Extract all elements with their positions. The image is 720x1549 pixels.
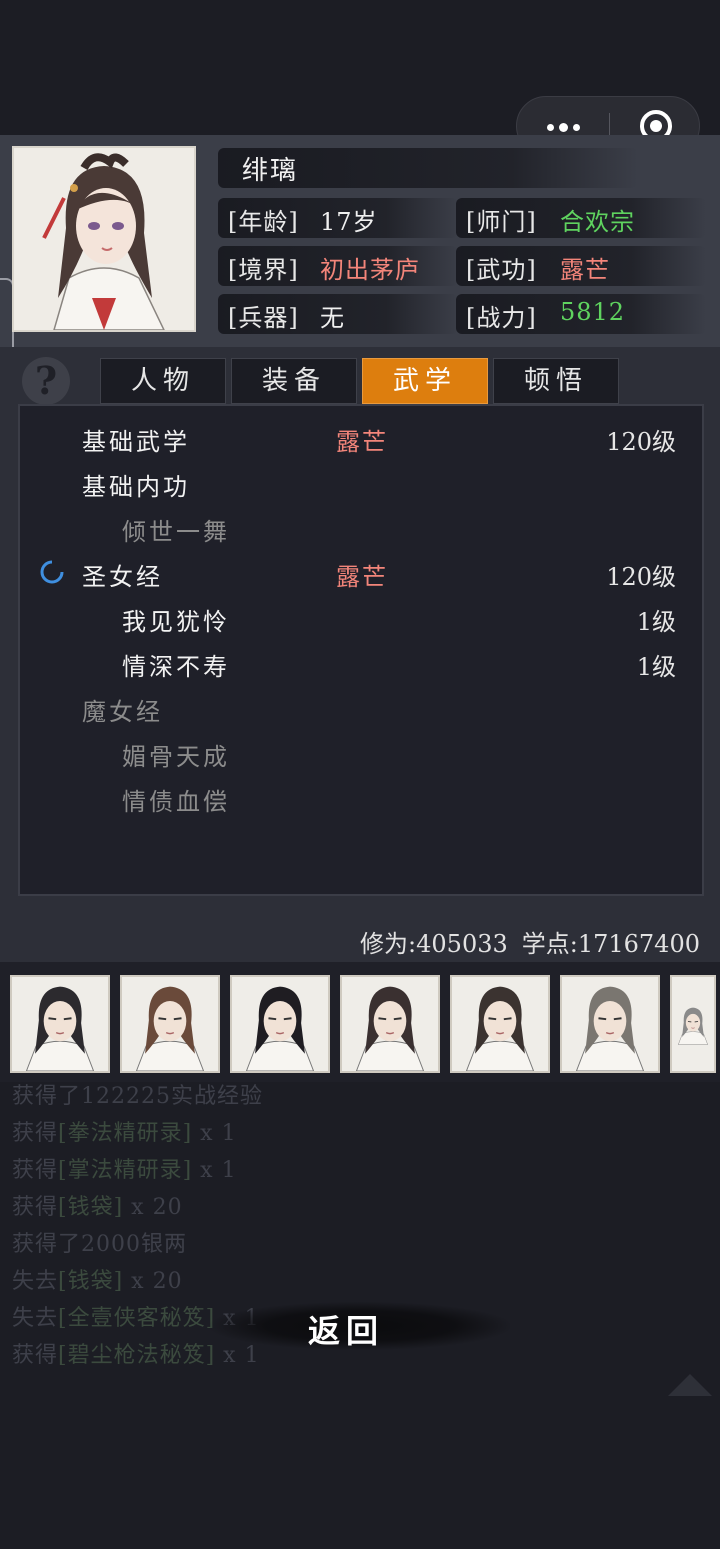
log-entry: 获得了2000银两 (12, 1226, 187, 1258)
character-portrait (12, 146, 196, 332)
log-entry: 获得[拳法精研录] x 1 (12, 1115, 237, 1147)
skill-name: 情深不寿 (122, 653, 230, 681)
member-portrait (342, 977, 438, 1071)
realm-label: [境界] (228, 256, 299, 284)
stats-line: 修为:405033 学点:17167400 (346, 924, 700, 959)
log-entry: 获得[掌法精研录] x 1 (12, 1152, 237, 1184)
team-member-card[interactable] (120, 975, 220, 1073)
learning-points-value: 学点:17167400 (521, 930, 700, 958)
log-entry: 获得了122225实战经验 (12, 1078, 263, 1110)
log-text: 获得 (12, 1121, 59, 1146)
log-item-name: [全壹侠客秘笈] (58, 1306, 216, 1331)
skill-name: 魔女经 (82, 698, 163, 726)
loading-spinner-icon (40, 560, 64, 584)
log-count: x 20 (123, 1195, 183, 1220)
skill-name: 情债血偿 (122, 788, 230, 816)
member-portrait (122, 977, 218, 1071)
log-count: x 20 (123, 1269, 183, 1294)
skill-name: 媚骨天成 (122, 743, 230, 771)
skill-name: 圣女经 (82, 563, 163, 591)
sect-label: [师门] (466, 208, 537, 236)
skill-level: 1级 (636, 653, 676, 681)
skill-row[interactable]: 基础武学 露芒 120级 (18, 418, 704, 458)
skill-row[interactable]: 基础内功 (18, 463, 704, 503)
tab-character[interactable]: 人物 (100, 358, 226, 404)
skill-name: 基础武学 (82, 428, 190, 456)
log-text: 失去 (12, 1269, 59, 1294)
scroll-up-icon[interactable] (668, 1374, 712, 1396)
power-value: 5812 (560, 298, 626, 326)
age-label: [年龄] (228, 208, 299, 236)
skill-name: 基础内功 (82, 473, 190, 501)
log-item-name: [钱袋] (58, 1269, 124, 1294)
team-member-card[interactable] (340, 975, 440, 1073)
character-name: 绯璃 (242, 156, 299, 186)
log-count: x 1 (192, 1158, 237, 1183)
log-text: 获得 (12, 1158, 59, 1183)
skill-row[interactable]: 我见犹怜 1级 (18, 598, 704, 638)
weapon-label: [兵器] (228, 304, 299, 332)
team-member-card[interactable] (560, 975, 660, 1073)
member-portrait (562, 977, 658, 1071)
skill-row[interactable]: 情债血偿 (18, 778, 704, 818)
skill-row[interactable]: 媚骨天成 (18, 733, 704, 773)
realm-value: 初出茅庐 (320, 256, 420, 284)
weapon-value: 无 (320, 304, 345, 332)
age-value: 17岁 (320, 208, 378, 236)
tab-martial-arts[interactable]: 武学 (362, 358, 488, 404)
skill-level: 1级 (636, 608, 676, 636)
member-portrait (452, 977, 548, 1071)
log-item-name: [碧尘枪法秘笈] (58, 1343, 216, 1368)
log-text: 获得了122225实战经验 (12, 1084, 263, 1109)
log-text: 获得 (12, 1343, 59, 1368)
team-member-card[interactable] (10, 975, 110, 1073)
log-entry: 失去[钱袋] x 20 (12, 1263, 183, 1295)
log-count: x 1 (192, 1121, 237, 1146)
tab-enlightenment[interactable]: 顿悟 (493, 358, 619, 404)
skill-row[interactable]: 魔女经 (18, 688, 704, 728)
power-label: [战力] (466, 304, 537, 332)
skill-level: 120级 (606, 428, 676, 456)
skill-row[interactable]: 圣女经 露芒 120级 (18, 553, 704, 593)
tab-equipment[interactable]: 装备 (231, 358, 357, 404)
member-portrait (672, 1003, 714, 1045)
log-entry: 获得[钱袋] x 20 (12, 1189, 183, 1221)
team-member-card[interactable] (230, 975, 330, 1073)
member-portrait (232, 977, 328, 1071)
martial-value: 露芒 (560, 256, 610, 284)
skill-name: 我见犹怜 (122, 608, 230, 636)
log-text: 获得 (12, 1195, 59, 1220)
return-button[interactable]: 返回 (210, 1296, 510, 1356)
skill-mark: 露芒 (336, 428, 388, 456)
team-member-card[interactable] (450, 975, 550, 1073)
skill-mark: 露芒 (336, 563, 388, 591)
log-text: 获得了2000银两 (12, 1232, 187, 1257)
skill-name: 倾世一舞 (122, 518, 230, 546)
return-label: 返回 (307, 1312, 384, 1350)
skill-row[interactable]: 情深不寿 1级 (18, 643, 704, 683)
cultivation-value: 修为:405033 (360, 930, 508, 958)
sect-value: 合欢宗 (560, 208, 635, 236)
portrait-illustration (14, 148, 194, 331)
log-item-name: [拳法精研录] (58, 1121, 193, 1146)
skill-level: 120级 (606, 563, 676, 591)
log-item-name: [掌法精研录] (58, 1158, 193, 1183)
martial-label: [武功] (466, 256, 537, 284)
log-item-name: [钱袋] (58, 1195, 124, 1220)
help-icon[interactable]: ? (22, 357, 70, 405)
member-portrait (12, 977, 108, 1071)
skill-row[interactable]: 倾世一舞 (18, 508, 704, 548)
log-text: 失去 (12, 1306, 59, 1331)
team-member-card[interactable] (670, 975, 716, 1073)
